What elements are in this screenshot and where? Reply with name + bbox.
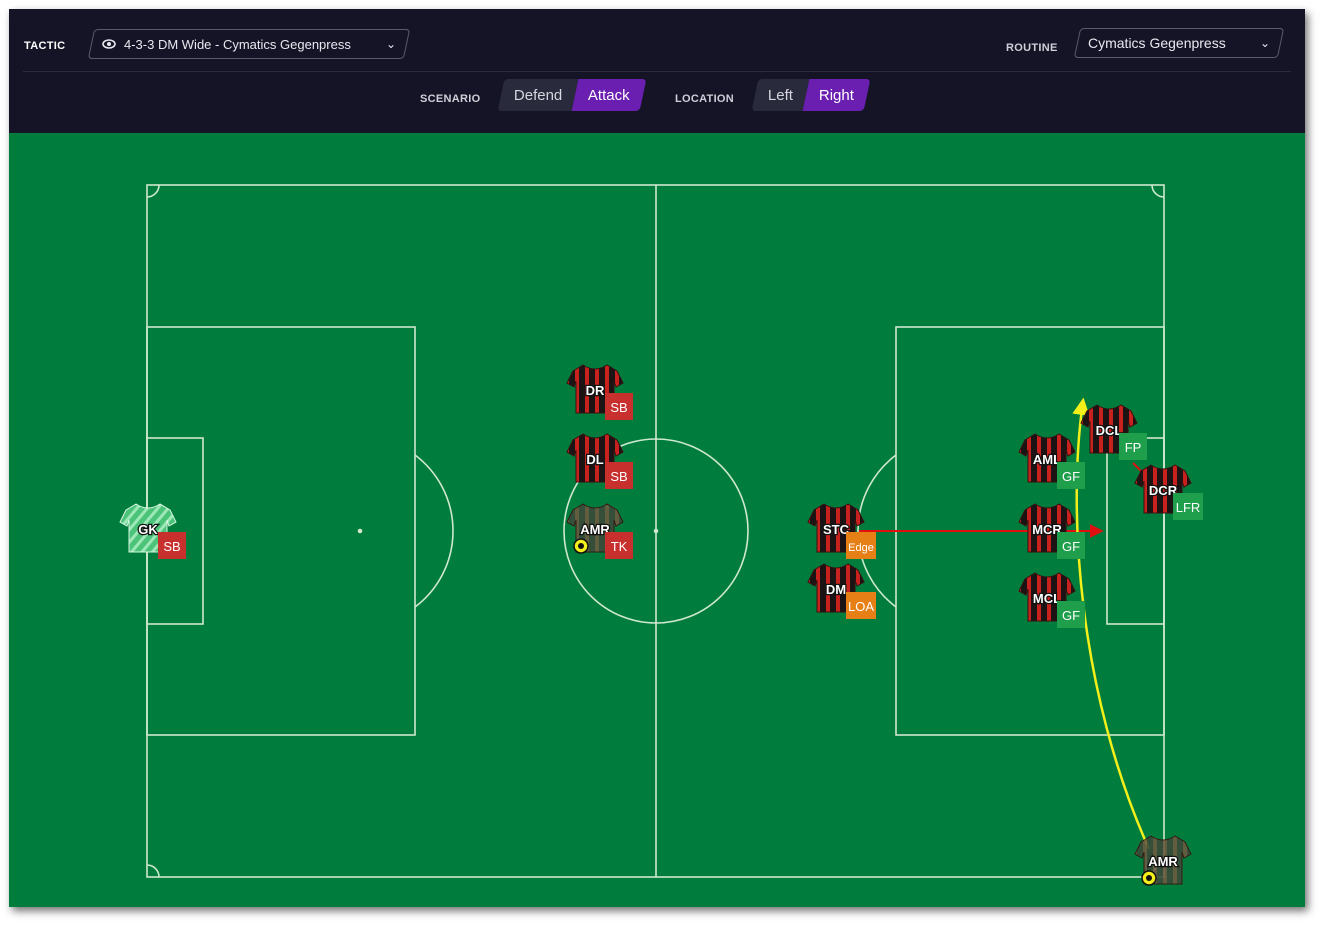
player-dcr[interactable]: DCRLFR — [1134, 464, 1203, 520]
instruction-label: SB — [610, 400, 627, 415]
instruction-label: LFR — [1176, 500, 1201, 515]
player-position-label: MCL — [1033, 591, 1061, 606]
player-position-label: AMR — [1148, 854, 1178, 869]
scenario-option-defend[interactable]: Defend — [497, 79, 579, 111]
player-dr[interactable]: DR SB — [566, 364, 633, 420]
tactic-dropdown[interactable]: 4-3-3 DM Wide - Cymatics Gegenpress ⌄ — [87, 29, 411, 59]
player-dm[interactable]: DMLOA — [807, 563, 876, 619]
set-piece-screen: TACTIC 4-3-3 DM Wide - Cymatics Gegenpre… — [9, 9, 1305, 907]
ball-icon — [573, 538, 589, 554]
movement-paths — [859, 397, 1151, 850]
ball-icon — [1141, 870, 1157, 886]
location-option-left[interactable]: Left — [751, 79, 810, 111]
scenario-label: SCENARIO — [420, 93, 481, 105]
player-position-label: DL — [586, 452, 603, 467]
player-amr[interactable]: AMR — [1134, 835, 1192, 886]
instruction-label: FP — [1125, 440, 1142, 455]
top-toolbar: TACTIC 4-3-3 DM Wide - Cymatics Gegenpre… — [9, 9, 1305, 133]
toolbar-divider — [23, 71, 1291, 72]
scenario-option-attack[interactable]: Attack — [571, 79, 647, 111]
instruction-label: SB — [163, 539, 180, 554]
routine-dropdown[interactable]: Cymatics Gegenpress ⌄ — [1073, 28, 1285, 58]
instruction-label: TK — [611, 539, 628, 554]
player-position-label: DR — [586, 383, 605, 398]
player-position-label: DM — [826, 582, 846, 597]
player-gk[interactable]: GK SB — [119, 503, 186, 559]
eye-icon — [102, 39, 116, 49]
instruction-label: Edge — [848, 542, 874, 554]
player-position-label: STC — [823, 522, 850, 537]
chevron-down-icon: ⌄ — [385, 37, 396, 51]
instruction-label: GF — [1062, 469, 1080, 484]
pitch: GKSBDRSBDLSBAMRTKSTCEdgeDMLOAAMLGFMCRGFM… — [119, 184, 1203, 886]
routine-value: Cymatics Gegenpress — [1088, 35, 1226, 51]
routine-label: ROUTINE — [1006, 42, 1058, 54]
location-label: LOCATION — [675, 93, 735, 105]
instruction-label: GF — [1062, 539, 1080, 554]
instruction-label: LOA — [848, 599, 874, 614]
location-toggle: Left Right — [751, 79, 871, 111]
tactic-label: TACTIC — [24, 40, 66, 52]
chevron-down-icon: ⌄ — [1259, 36, 1270, 50]
player-aml[interactable]: AMLGF — [1018, 433, 1085, 489]
tactic-value: 4-3-3 DM Wide - Cymatics Gegenpress — [124, 36, 351, 52]
player-position-label: DCL — [1096, 423, 1123, 438]
player-dl[interactable]: DL SB — [566, 433, 633, 489]
instruction-label: SB — [610, 469, 627, 484]
player-dcl[interactable]: DCLFP — [1080, 404, 1147, 460]
player-mcl[interactable]: MCLGF — [1018, 572, 1085, 628]
instruction-label: GF — [1062, 608, 1080, 623]
scenario-toggle: Defend Attack — [497, 79, 647, 111]
player-position-label: AML — [1033, 452, 1061, 467]
player-amr[interactable]: AMRTK — [566, 503, 633, 559]
player-position-label: GK — [138, 522, 158, 537]
location-option-right[interactable]: Right — [802, 79, 871, 111]
